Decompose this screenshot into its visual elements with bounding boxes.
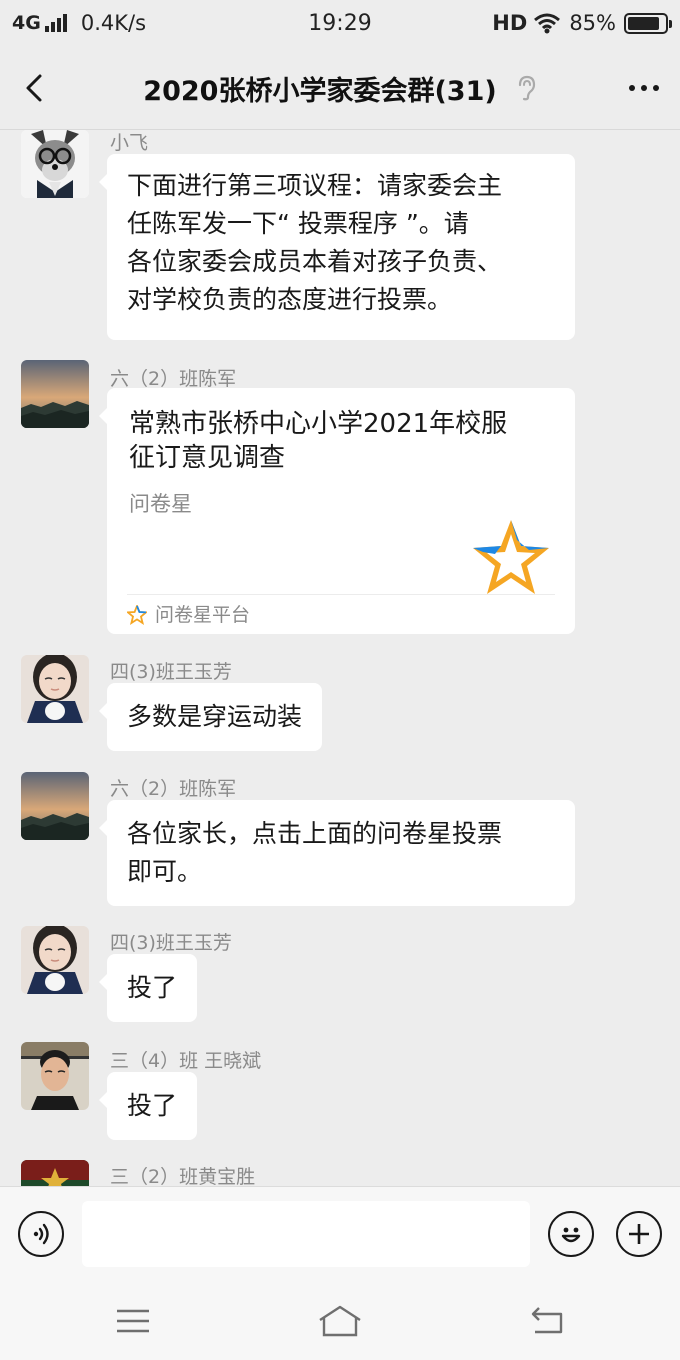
system-navigation-bar (0, 1282, 680, 1360)
card-title: 常熟市张桥中心小学2021年校服 征订意见调查 (129, 407, 553, 475)
message-bubble[interactable]: 多数是穿运动装 (98, 683, 323, 751)
hd-label: HD (492, 11, 528, 35)
message-line: 对学校负责的态度进行投票。 (127, 285, 453, 314)
status-bar: 4G 0.4K/s 19:29 HD 85% (0, 0, 680, 46)
message-line: 投了 (127, 973, 178, 1002)
ear-icon (518, 75, 535, 101)
home-icon[interactable] (316, 1304, 364, 1338)
dog-avatar-image (21, 130, 89, 198)
menu-icon[interactable] (115, 1306, 151, 1336)
voice-button[interactable] (18, 1211, 64, 1257)
message-line: 各位家长，点击上面的问卷星投票 (127, 819, 503, 848)
avatar[interactable] (21, 1042, 89, 1110)
emblem-avatar-image (21, 1160, 89, 1186)
chat-title: 2020张桥小学家委会群(31) (143, 75, 497, 107)
sunset-avatar-image (21, 772, 89, 840)
sender-name: 六（2）班陈军 (110, 778, 237, 800)
avatar[interactable] (21, 655, 89, 723)
chat-title-wrap: 2020张桥小学家委会群(31) (0, 46, 680, 130)
woman-avatar-image (21, 926, 89, 994)
message-line: 各位家委会成员本着对孩子负责、 (127, 247, 503, 276)
status-right: HD 85% (492, 11, 672, 35)
more-functions-button[interactable] (616, 1211, 662, 1257)
sender-name: 四(3)班王玉芳 (110, 661, 232, 683)
voice-icon (33, 1223, 49, 1245)
sender-name: 六（2）班陈军 (110, 368, 237, 390)
card-title-line: 常熟市张桥中心小学2021年校服 (129, 409, 508, 439)
avatar[interactable] (21, 130, 89, 198)
avatar[interactable] (21, 926, 89, 994)
sender-name: 三（2）班黄宝胜 (110, 1166, 256, 1186)
link-card[interactable]: 常熟市张桥中心小学2021年校服 征订意见调查 问卷星 问卷星平台 (99, 388, 575, 634)
message-line: 多数是穿运动装 (127, 702, 303, 731)
message-line: 即可。 (127, 857, 203, 886)
wenjuanxing-logo-icon (473, 520, 549, 594)
emoji-icon (561, 1227, 581, 1243)
card-footer: 问卷星平台 (127, 594, 555, 634)
message-line: 下面进行第三项议程：请家委会主 (127, 171, 503, 200)
battery-percent: 85% (569, 11, 616, 35)
plus-icon (629, 1224, 649, 1244)
sender-name: 小飞 (110, 132, 149, 154)
woman-avatar-image (21, 655, 89, 723)
sunset-avatar-image (21, 360, 89, 428)
battery-icon (624, 12, 672, 34)
avatar[interactable] (21, 772, 89, 840)
message-bubble[interactable]: 投了 (98, 1072, 198, 1140)
avatar[interactable] (21, 1160, 89, 1186)
sender-name: 三（4）班 王晓斌 (110, 1050, 262, 1072)
message-bubble[interactable]: 各位家长，点击上面的问卷星投票 即可。 (99, 800, 575, 906)
card-source: 问卷星平台 (155, 603, 251, 626)
back-nav-icon[interactable] (529, 1304, 565, 1336)
avatar[interactable] (21, 360, 89, 428)
battery-fill (628, 16, 659, 30)
chat-header: 2020张桥小学家委会群(31) (0, 46, 680, 130)
message-bubble[interactable]: 投了 (98, 954, 198, 1022)
emoji-button[interactable] (548, 1211, 594, 1257)
input-bar (0, 1186, 680, 1282)
message-line: 任陈军发一下“ 投票程序 ”。请 (127, 209, 469, 238)
sender-name: 四(3)班王玉芳 (110, 932, 232, 954)
more-icon[interactable] (626, 72, 662, 104)
wifi-icon (534, 13, 561, 34)
man-avatar-image (21, 1042, 89, 1110)
star-icon (127, 604, 147, 625)
message-line: 投了 (127, 1091, 178, 1120)
message-bubble[interactable]: 下面进行第三项议程：请家委会主 任陈军发一下“ 投票程序 ”。请 各位家委会成员… (99, 154, 575, 340)
card-title-line: 征订意见调查 (129, 443, 286, 473)
message: 三（2）班黄宝胜 (0, 1160, 680, 1186)
message-input[interactable] (82, 1201, 530, 1267)
